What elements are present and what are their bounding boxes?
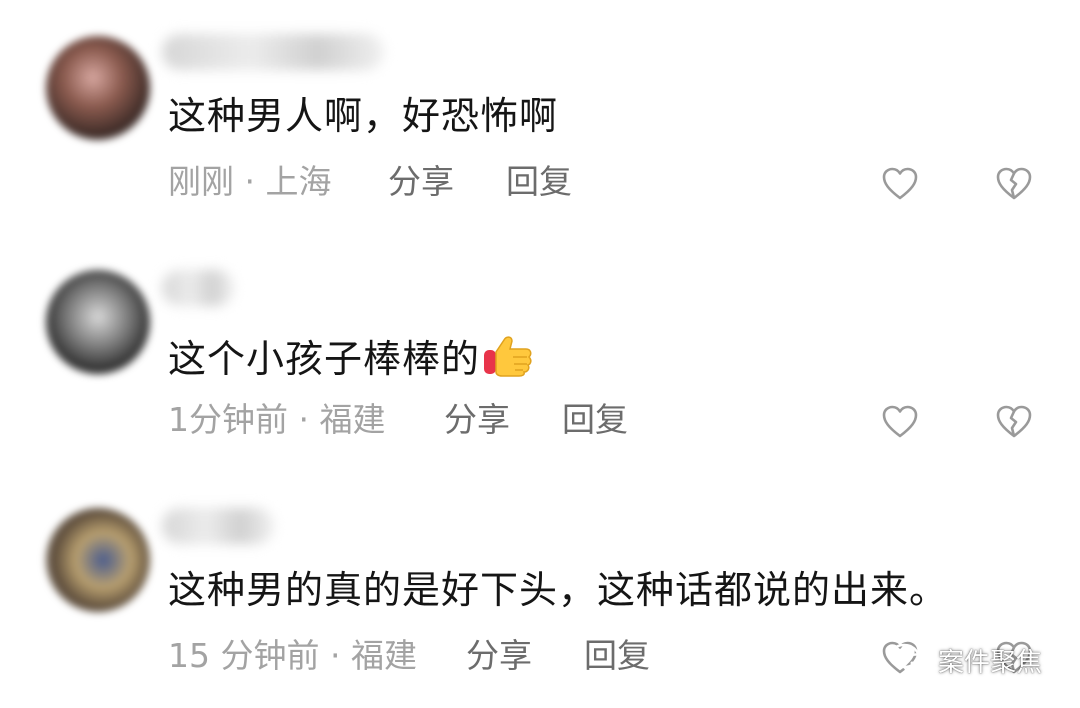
comment-meta: 15 分钟前 · 福建: [168, 636, 417, 675]
watermark-text: 案件聚焦: [938, 647, 1043, 678]
username-blurred[interactable]: [162, 270, 234, 306]
reply-button[interactable]: 回复: [562, 400, 628, 440]
share-button[interactable]: 分享: [444, 400, 510, 440]
avatar[interactable]: [46, 270, 150, 374]
comment-meta: 1分钟前 · 福建: [168, 400, 386, 439]
reply-button[interactable]: 回复: [584, 636, 650, 676]
comment-text: 这个小孩子棒棒的: [168, 337, 481, 381]
avatar[interactable]: [46, 508, 150, 612]
watermark: 案件聚焦: [888, 640, 1042, 680]
comment-text-row: 这个小孩子棒棒的: [168, 332, 534, 381]
thumbs-up-emoji: [484, 336, 532, 377]
heart-outline-icon[interactable]: [880, 402, 920, 442]
username-blurred[interactable]: [162, 508, 274, 544]
comment-3: 这种男的真的是好下头，这种话都说的出来。 15 分钟前 · 福建 分享 回复: [0, 0, 1080, 675]
comment-text: 这种男的真的是好下头，这种话都说的出来。: [168, 568, 949, 612]
share-button[interactable]: 分享: [466, 636, 532, 676]
wechat-icon: [888, 643, 930, 675]
broken-heart-outline-icon[interactable]: [994, 402, 1034, 442]
